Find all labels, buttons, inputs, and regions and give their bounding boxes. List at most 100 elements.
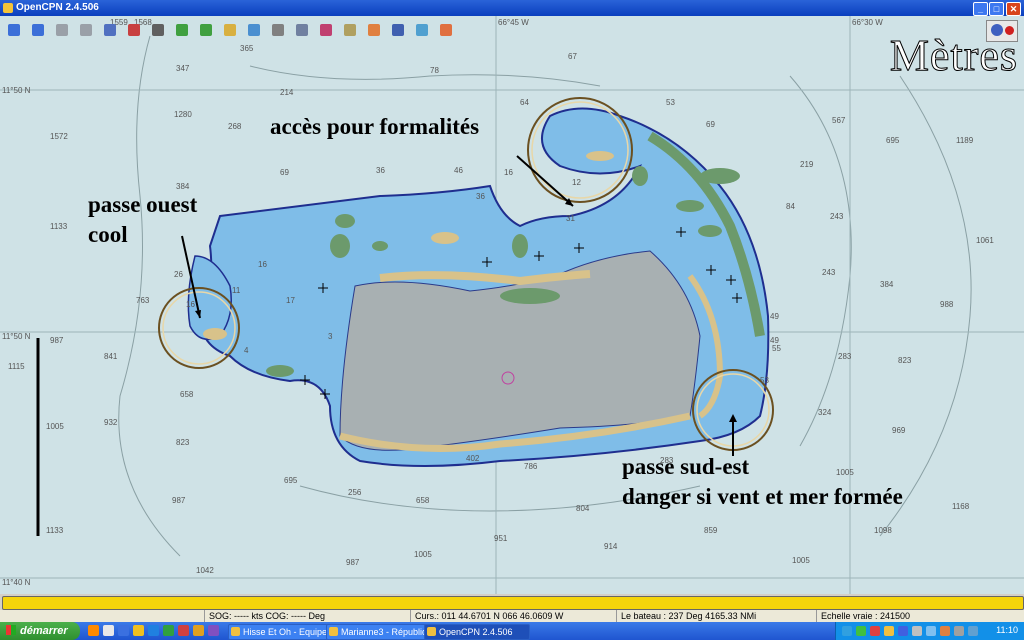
quilt-button[interactable] xyxy=(412,20,432,40)
color-scheme-button[interactable] xyxy=(340,20,360,40)
print-icon xyxy=(272,24,284,36)
chart-dbs-icon xyxy=(248,24,260,36)
minimize-button[interactable]: _ xyxy=(973,2,988,16)
media-icon[interactable] xyxy=(148,625,159,636)
depth-label: 243 xyxy=(830,212,844,221)
tide-icon xyxy=(224,24,236,36)
tray-icon[interactable] xyxy=(856,626,866,636)
depth-label: 1005 xyxy=(414,550,432,559)
track-icon xyxy=(320,24,332,36)
depth-label: 17 xyxy=(286,296,295,305)
depth-label: 1005 xyxy=(46,422,64,431)
route-icon xyxy=(104,24,116,36)
depth-label: 67 xyxy=(568,52,577,61)
text-icon xyxy=(176,24,188,36)
app-icon xyxy=(3,3,13,13)
depth-label: 26 xyxy=(174,270,183,279)
current-button[interactable] xyxy=(196,20,216,40)
desktop-icon[interactable] xyxy=(103,625,114,636)
depth-label: 567 xyxy=(832,116,846,125)
track-button[interactable] xyxy=(316,20,336,40)
start-button[interactable]: démarrer xyxy=(0,622,80,640)
measure-button[interactable] xyxy=(148,20,168,40)
depth-label: 1061 xyxy=(976,236,994,245)
route-button[interactable] xyxy=(100,20,120,40)
zoom-out-icon xyxy=(32,24,44,36)
mob-button[interactable] xyxy=(364,20,384,40)
ais-button[interactable] xyxy=(436,20,456,40)
annotation-se-pass-warning: danger si vent et mer formée xyxy=(622,484,903,509)
chart-dbs-button[interactable] xyxy=(244,20,264,40)
close-button[interactable]: ✕ xyxy=(1006,2,1021,16)
status-bar: SOG: ----- kts COG: ----- Deg Curs.: 011… xyxy=(0,610,1024,622)
depth-label: 384 xyxy=(880,280,894,289)
annotation-west-pass-note: cool xyxy=(88,222,128,247)
mob-icon xyxy=(368,24,380,36)
window-icon xyxy=(427,627,436,636)
tray-icon[interactable] xyxy=(940,626,950,636)
annotation-se-pass: passe sud-est xyxy=(622,454,750,479)
north-up-icon xyxy=(991,24,1003,36)
status-led-icon xyxy=(1005,26,1014,35)
zoom-out-button[interactable] xyxy=(28,20,48,40)
depth-label: 214 xyxy=(280,88,294,97)
app-icon[interactable] xyxy=(178,625,189,636)
depth-label: 53 xyxy=(666,98,675,107)
start-label: démarrer xyxy=(20,625,68,637)
tray-icon[interactable] xyxy=(884,626,894,636)
scale-out-button[interactable] xyxy=(76,20,96,40)
scale-in-button[interactable] xyxy=(52,20,72,40)
annotation-west-pass: passe ouest xyxy=(88,192,198,217)
boat-readout: Le bateau : 237 Deg 4165.33 NMi xyxy=(616,610,817,622)
depth-label: 49 xyxy=(770,312,779,321)
settings-icon xyxy=(296,24,308,36)
depth-label: 1189 xyxy=(956,136,974,145)
app-icon[interactable] xyxy=(193,625,204,636)
depth-label: 841 xyxy=(104,352,118,361)
print-button[interactable] xyxy=(268,20,288,40)
depth-label: 695 xyxy=(886,136,900,145)
zoom-in-button[interactable] xyxy=(4,20,24,40)
taskbar-item-active[interactable]: OpenCPN 2.4.506 xyxy=(424,624,530,640)
maximize-button[interactable]: □ xyxy=(989,2,1004,16)
firefox-icon[interactable] xyxy=(88,625,99,636)
depth-label: 219 xyxy=(800,160,814,169)
tray-icon[interactable] xyxy=(870,626,880,636)
app-icon[interactable] xyxy=(163,625,174,636)
ship-follow-button[interactable] xyxy=(124,20,144,40)
folder-icon[interactable] xyxy=(133,625,144,636)
settings-button[interactable] xyxy=(292,20,312,40)
help-button[interactable] xyxy=(388,20,408,40)
depth-label: 78 xyxy=(430,66,439,75)
taskbar-item[interactable]: Marianne3 - Républiq... xyxy=(326,624,432,640)
tray-icon[interactable] xyxy=(898,626,908,636)
depth-label: 859 xyxy=(704,526,718,535)
tide-button[interactable] xyxy=(220,20,240,40)
volume-icon[interactable] xyxy=(954,626,964,636)
depth-label: 823 xyxy=(176,438,190,447)
chart-canvas[interactable]: 365 347 78 67 64 53 69 214 1280 268 69 3… xyxy=(0,16,1024,594)
depth-label: 16 xyxy=(258,260,267,269)
zoom-in-icon xyxy=(8,24,20,36)
tray-icon[interactable] xyxy=(842,626,852,636)
depth-label: 786 xyxy=(524,462,538,471)
depth-label: 804 xyxy=(576,504,590,513)
depth-label: 69 xyxy=(280,168,289,177)
tray-icon[interactable] xyxy=(912,626,922,636)
app-icon[interactable] xyxy=(208,625,219,636)
clock: 11:10 xyxy=(996,625,1018,635)
depth-label: 16 xyxy=(186,300,195,309)
depth-label: 11 xyxy=(232,286,241,295)
tray-icon[interactable] xyxy=(926,626,936,636)
depth-label: 1572 xyxy=(50,132,68,141)
quilt-icon xyxy=(416,24,428,36)
depth-label: 1005 xyxy=(836,468,854,477)
compass-widget[interactable] xyxy=(986,20,1018,42)
network-icon[interactable] xyxy=(968,626,978,636)
window-icon xyxy=(231,627,240,636)
depth-label: 4 xyxy=(244,346,249,355)
taskbar-item[interactable]: Hisse Et Oh - Equipe... xyxy=(228,624,334,640)
text-button[interactable] xyxy=(172,20,192,40)
ie-icon[interactable] xyxy=(118,625,129,636)
depth-label: 695 xyxy=(284,476,298,485)
